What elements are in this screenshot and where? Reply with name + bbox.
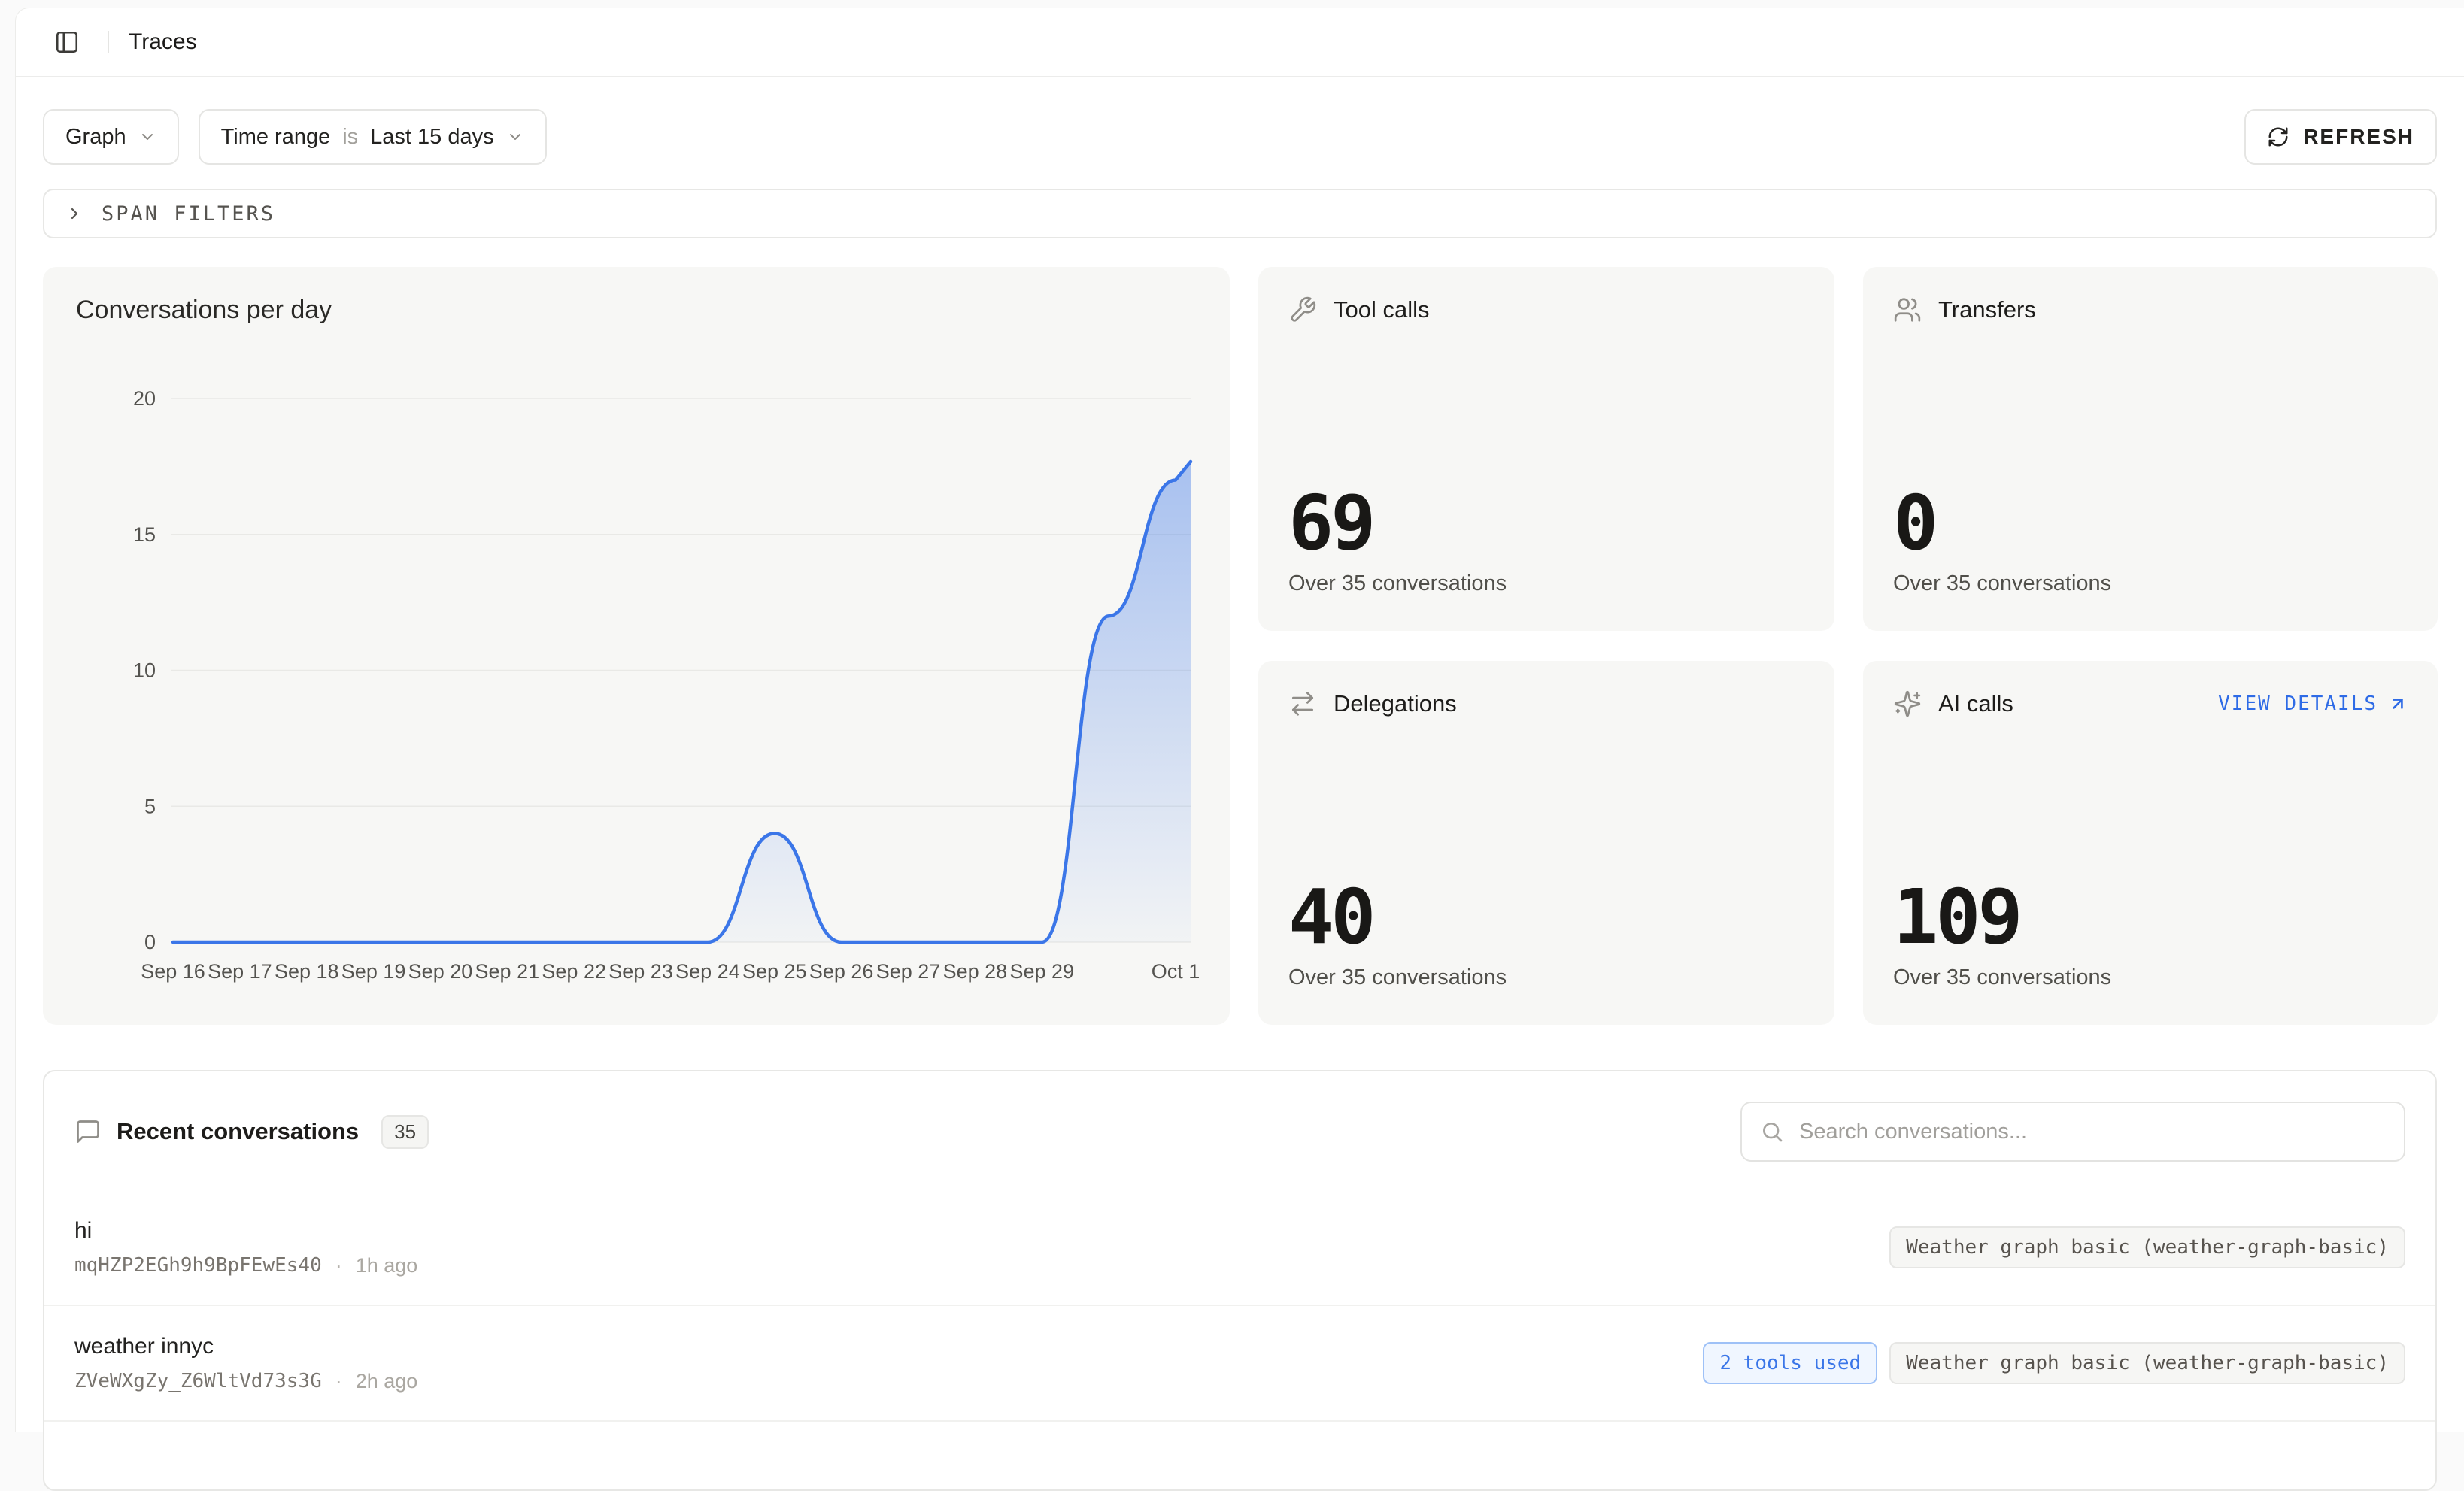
conversation-count-badge: 35 <box>381 1115 429 1149</box>
time-range-value: Last 15 days <box>370 125 493 150</box>
svg-text:Sep 26: Sep 26 <box>809 960 874 983</box>
arrow-up-right-icon <box>2388 694 2408 714</box>
span-filters-expander[interactable]: SPAN FILTERS <box>43 189 2437 238</box>
conversations-area-chart: 05101520Sep 16Sep 17Sep 18Sep 19Sep 20Se… <box>43 267 1230 1025</box>
arrows-swap-icon <box>1288 689 1317 718</box>
chevron-right-icon <box>65 205 83 223</box>
svg-text:Sep 25: Sep 25 <box>742 960 807 983</box>
svg-text:0: 0 <box>144 931 156 953</box>
top-header: Traces <box>16 8 2464 77</box>
conversations-per-day-card: Conversations per day 05101520Sep 16Sep … <box>43 267 1230 1025</box>
users-icon <box>1893 295 1922 324</box>
conversation-row[interactable]: hi mqHZP2EGh9h9BpFEwEs40 · 1h ago Weathe… <box>44 1190 2435 1306</box>
recent-conversations-panel: Recent conversations 35 hi mqHZP2EGh9h9B… <box>43 1070 2437 1491</box>
ai-calls-card: AI calls VIEW DETAILS 109 Over 35 conver… <box>1863 661 2438 1025</box>
refresh-button[interactable]: REFRESH <box>2244 109 2437 165</box>
stat-label: AI calls <box>1938 690 2013 717</box>
stat-label: Transfers <box>1938 296 2036 323</box>
tool-calls-card: Tool calls 69 Over 35 conversations <box>1258 267 1834 631</box>
svg-text:Sep 17: Sep 17 <box>208 960 272 983</box>
panel-left-icon <box>54 29 80 55</box>
delegations-card: Delegations 40 Over 35 conversations <box>1258 661 1834 1025</box>
conversation-time: 2h ago <box>356 1370 418 1393</box>
stat-subtitle: Over 35 conversations <box>1893 571 2408 596</box>
svg-text:Sep 20: Sep 20 <box>408 960 473 983</box>
refresh-icon <box>2267 126 2290 148</box>
transfers-card: Transfers 0 Over 35 conversations <box>1863 267 2438 631</box>
view-details-link[interactable]: VIEW DETAILS <box>2218 692 2408 715</box>
svg-text:15: 15 <box>133 523 156 546</box>
conversation-title: weather innyc <box>74 1334 417 1359</box>
svg-text:10: 10 <box>133 659 156 682</box>
svg-text:Sep 23: Sep 23 <box>608 960 673 983</box>
stat-value: 40 <box>1288 883 1804 952</box>
main-panel: Traces Graph Time range is Last 15 days <box>15 8 2464 1432</box>
svg-text:Sep 16: Sep 16 <box>141 960 205 983</box>
stat-value: 109 <box>1893 883 2408 952</box>
sparkles-icon <box>1893 689 1922 718</box>
svg-text:Sep 22: Sep 22 <box>542 960 606 983</box>
view-mode-select[interactable]: Graph <box>43 109 179 165</box>
view-mode-value: Graph <box>65 125 126 150</box>
svg-text:Sep 24: Sep 24 <box>675 960 740 983</box>
stat-value: 69 <box>1288 489 1804 558</box>
conversation-time: 1h ago <box>356 1254 418 1277</box>
header-divider <box>108 31 109 53</box>
stat-subtitle: Over 35 conversations <box>1288 965 1804 990</box>
stat-subtitle: Over 35 conversations <box>1288 571 1804 596</box>
svg-text:Sep 21: Sep 21 <box>475 960 540 983</box>
search-conversations-input[interactable] <box>1740 1102 2405 1162</box>
tools-used-badge: 2 tools used <box>1703 1342 1877 1384</box>
svg-text:Sep 19: Sep 19 <box>341 960 406 983</box>
svg-text:Sep 18: Sep 18 <box>275 960 339 983</box>
svg-text:Sep 29: Sep 29 <box>1009 960 1074 983</box>
recent-conversations-title: Recent conversations <box>117 1118 359 1145</box>
stat-value: 0 <box>1893 489 2408 558</box>
time-range-operator: is <box>342 125 358 150</box>
toolbar: Graph Time range is Last 15 days <box>43 109 2437 165</box>
stat-subtitle: Over 35 conversations <box>1893 965 2408 990</box>
conversation-title: hi <box>74 1218 417 1244</box>
dashboard-grid: Conversations per day 05101520Sep 16Sep … <box>43 267 2437 1025</box>
meta-separator: · <box>335 1370 342 1393</box>
svg-text:Sep 28: Sep 28 <box>943 960 1008 983</box>
chevron-down-icon <box>506 128 524 146</box>
page-title: Traces <box>129 29 197 55</box>
conversation-id: ZVeWXgZy_Z6WltVd73s3G <box>74 1370 322 1393</box>
meta-separator: · <box>335 1254 342 1277</box>
sidebar-toggle-button[interactable] <box>46 21 88 63</box>
conversation-id: mqHZP2EGh9h9BpFEwEs40 <box>74 1254 322 1277</box>
wrench-icon <box>1288 295 1317 324</box>
time-range-field: Time range <box>221 125 331 150</box>
stat-label: Delegations <box>1334 690 1457 717</box>
conversation-row[interactable]: weather innyc ZVeWXgZy_Z6WltVd73s3G · 2h… <box>44 1306 2435 1422</box>
stat-label: Tool calls <box>1334 296 1430 323</box>
agent-tag: Weather graph basic (weather-graph-basic… <box>1889 1226 2405 1268</box>
refresh-label: REFRESH <box>2303 125 2414 149</box>
svg-text:5: 5 <box>144 795 156 817</box>
svg-text:20: 20 <box>133 387 156 410</box>
view-details-label: VIEW DETAILS <box>2218 692 2378 715</box>
svg-text:Oct 1: Oct 1 <box>1152 960 1200 983</box>
chevron-down-icon <box>138 128 156 146</box>
time-range-filter[interactable]: Time range is Last 15 days <box>199 109 547 165</box>
chat-bubble-icon <box>74 1118 102 1145</box>
svg-text:Sep 27: Sep 27 <box>876 960 941 983</box>
span-filters-label: SPAN FILTERS <box>102 202 275 226</box>
agent-tag: Weather graph basic (weather-graph-basic… <box>1889 1342 2405 1384</box>
